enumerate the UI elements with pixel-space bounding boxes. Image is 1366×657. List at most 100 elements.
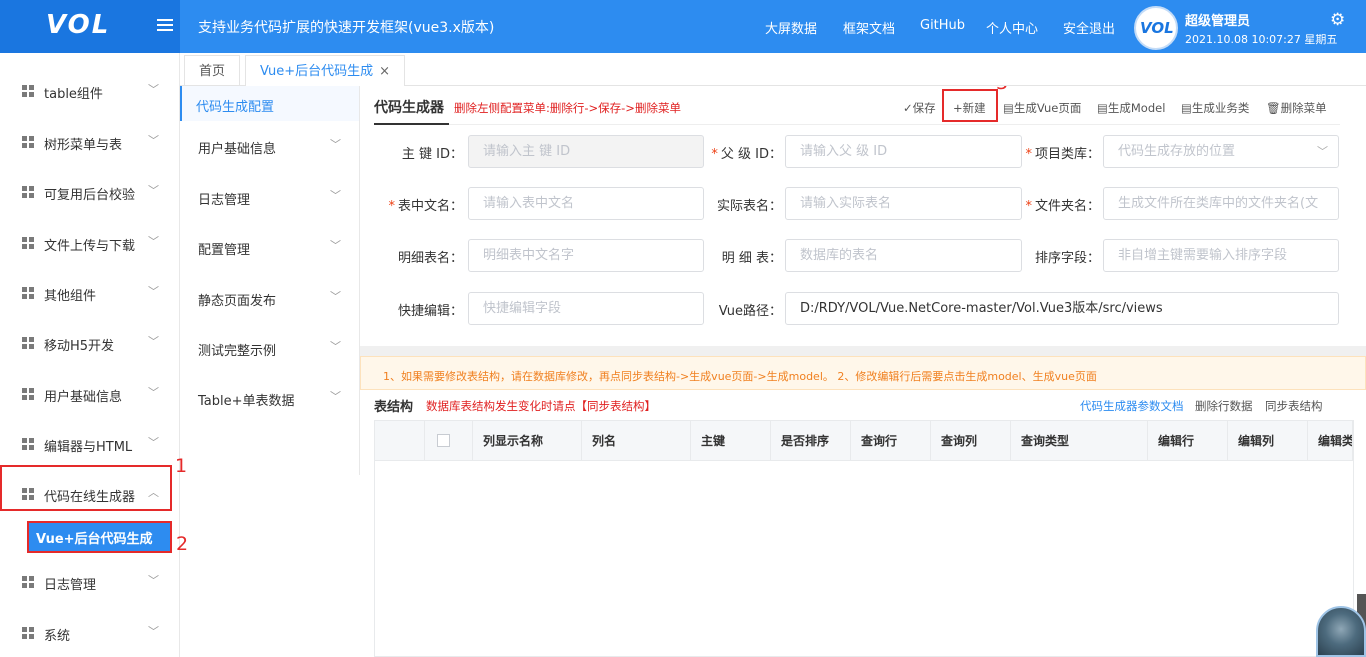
config-tree: 代码生成配置 用户基础信息 ﹀ 日志管理 ﹀ 配置管理 ﹀ 静态页面发布 ﹀ 测试完整示…: [180, 86, 360, 475]
folder-input[interactable]: 生成文件所在类库中的文件夹名(文: [1103, 187, 1339, 220]
delete-row-button[interactable]: 删除行数据: [1195, 398, 1253, 414]
menu-toggle-icon[interactable]: [157, 19, 173, 33]
config-tree-item[interactable]: 静态页面发布 ﹀: [180, 273, 359, 323]
nav-logout[interactable]: 安全退出: [1063, 18, 1115, 37]
project-select-placeholder: 代码生成存放的位置: [1118, 144, 1236, 159]
detail-name-input[interactable]: 明细表中文名字: [468, 239, 704, 272]
divider: [360, 346, 1366, 356]
config-tree-item[interactable]: 日志管理 ﹀: [180, 172, 359, 222]
sidebar-item-label: 编辑器与HTML: [44, 440, 133, 455]
grid-icon: [22, 287, 34, 299]
sidebar-item-label: 其他组件: [44, 289, 97, 304]
close-icon[interactable]: ×: [379, 64, 390, 79]
parent-input[interactable]: 请输入父 级 ID: [785, 135, 1022, 168]
nav-bigscreen[interactable]: 大屏数据: [765, 18, 817, 37]
annotation-box-2: [27, 521, 172, 553]
tab-home[interactable]: 首页: [184, 55, 241, 86]
config-tree-item[interactable]: 测试完整示例 ﹀: [180, 323, 359, 373]
chevron-down-icon: ﹀: [148, 235, 159, 248]
chevron-down-icon: ﹀: [330, 340, 341, 353]
chevron-down-icon: ﹀: [148, 285, 159, 298]
gear-icon[interactable]: ⚙: [1330, 10, 1345, 30]
sidebar-item-log[interactable]: 日志管理 ﹀: [0, 556, 180, 606]
generate-service-button[interactable]: ▤生成业务类: [1181, 100, 1249, 116]
vue-path-input[interactable]: D:/RDY/VOL/Vue.NetCore-master/Vol.Vue3版本…: [785, 292, 1339, 325]
grid-icon: [22, 388, 34, 400]
select-all-checkbox[interactable]: [437, 434, 450, 447]
generate-vue-button[interactable]: ▤生成Vue页面: [1003, 100, 1081, 116]
sidebar-item-label: 用户基础信息: [44, 390, 123, 405]
sidebar-item-tree[interactable]: 树形菜单与表 ﹀: [0, 116, 180, 166]
sidebar-item-validation[interactable]: 可复用后台校验 ﹀: [0, 166, 180, 216]
config-tree-item[interactable]: 配置管理 ﹀: [180, 222, 359, 272]
config-tree-selected[interactable]: 代码生成配置: [180, 86, 359, 121]
document-icon: ▤: [1097, 101, 1108, 115]
app-title: 支持业务代码扩展的快速开发框架(vue3.x版本): [198, 20, 495, 36]
sidebar-item-h5[interactable]: 移动H5开发 ﹀: [0, 317, 180, 367]
config-tree-item-label: 配置管理: [198, 243, 251, 258]
chevron-down-icon: ﹀: [1317, 145, 1328, 158]
sync-structure-button[interactable]: 同步表结构: [1265, 398, 1323, 414]
annotation-number-2: 2: [176, 533, 189, 555]
sidebar-item-label: 系统: [44, 629, 71, 644]
chevron-down-icon: ﹀: [148, 625, 159, 638]
trash-icon: 🗑: [1266, 101, 1281, 115]
sidebar-item-table[interactable]: table组件 ﹀: [0, 65, 180, 115]
tab-vue-codegen[interactable]: Vue+后台代码生成 ×: [245, 55, 406, 86]
grid-icon: [22, 627, 34, 639]
sidebar-item-userinfo[interactable]: 用户基础信息 ﹀: [0, 368, 180, 418]
config-tree-item[interactable]: Table+单表数据 ﹀: [180, 373, 359, 423]
chevron-down-icon: ﹀: [330, 239, 341, 252]
quick-edit-input[interactable]: 快捷编辑字段: [468, 292, 704, 325]
notice-banner: 1、如果需要修改表结构，请在数据库修改，再点同步表结构->生成vue页面->生成…: [360, 356, 1366, 390]
grid-icon: [22, 85, 34, 97]
table-header-cell: 编辑类: [1308, 421, 1353, 461]
generate-model-button[interactable]: ▤生成Model: [1097, 100, 1165, 116]
config-tree-item[interactable]: 用户基础信息 ﹀: [180, 121, 359, 171]
table-header-cell: 编辑行: [1148, 421, 1228, 461]
doc-link[interactable]: 代码生成器参数文档: [1080, 398, 1184, 414]
pk-input[interactable]: 请输入主 键 ID: [468, 135, 704, 168]
structure-note: 数据库表结构发生变化时请点【同步表结构】: [426, 399, 656, 413]
sidebar-item-editor[interactable]: 编辑器与HTML ﹀: [0, 418, 180, 468]
nav-docs[interactable]: 框架文档: [843, 18, 895, 37]
avatar[interactable]: VOL: [1134, 6, 1178, 50]
cn-name-input[interactable]: 请输入表中文名: [468, 187, 704, 220]
sidebar-item-label: 树形菜单与表: [44, 138, 123, 153]
sidebar-item-others[interactable]: 其他组件 ﹀: [0, 267, 180, 317]
sidebar-item-system[interactable]: 系统 ﹀: [0, 607, 180, 657]
detail-table-label: 明 细 表：: [721, 251, 782, 266]
detail-table-input[interactable]: 数据库的表名: [785, 239, 1022, 272]
chevron-down-icon: ﹀: [148, 436, 159, 449]
nav-github[interactable]: GitHub: [920, 18, 965, 33]
nav-profile[interactable]: 个人中心: [986, 18, 1038, 37]
grid-icon: [22, 136, 34, 148]
logo-area: VOL: [0, 0, 180, 53]
save-button[interactable]: ✓保存: [903, 100, 936, 116]
detail-name-label: 明细表名：: [397, 251, 463, 266]
real-name-input[interactable]: 请输入实际表名: [785, 187, 1022, 220]
folder-label: * 文件夹名：: [1025, 199, 1100, 214]
top-header: VOL 支持业务代码扩展的快速开发框架(vue3.x版本) 大屏数据 框架文档 …: [0, 0, 1366, 53]
project-select[interactable]: 代码生成存放的位置 ﹀: [1103, 135, 1339, 168]
sidebar-item-upload[interactable]: 文件上传与下载 ﹀: [0, 217, 180, 267]
new-button[interactable]: +新建: [953, 100, 986, 116]
chevron-down-icon: ﹀: [148, 83, 159, 96]
generate-service-label: 生成业务类: [1191, 101, 1250, 115]
structure-title: 表结构: [374, 400, 414, 415]
tab-label: Vue+后台代码生成: [260, 64, 374, 79]
config-tree-item-label: 用户基础信息: [198, 142, 277, 157]
vue-path-label: Vue路径：: [718, 304, 782, 319]
sidebar-item-label: table组件: [44, 87, 103, 102]
panel-title: 代码生成器: [374, 100, 444, 116]
table-header-cell: 查询行: [851, 421, 931, 461]
chevron-down-icon: ﹀: [330, 189, 341, 202]
sidebar-item-label: 可复用后台校验: [44, 188, 136, 203]
delete-menu-button[interactable]: 🗑删除菜单: [1266, 100, 1327, 116]
user-name: 超级管理员: [1185, 14, 1251, 29]
grid-icon: [22, 337, 34, 349]
user-time: 2021.10.08 10:07:27 星期五: [1185, 33, 1338, 46]
floating-avatar[interactable]: [1316, 606, 1366, 657]
grid-icon: [22, 576, 34, 588]
sort-field-input[interactable]: 非自增主键需要输入排序字段: [1103, 239, 1339, 272]
